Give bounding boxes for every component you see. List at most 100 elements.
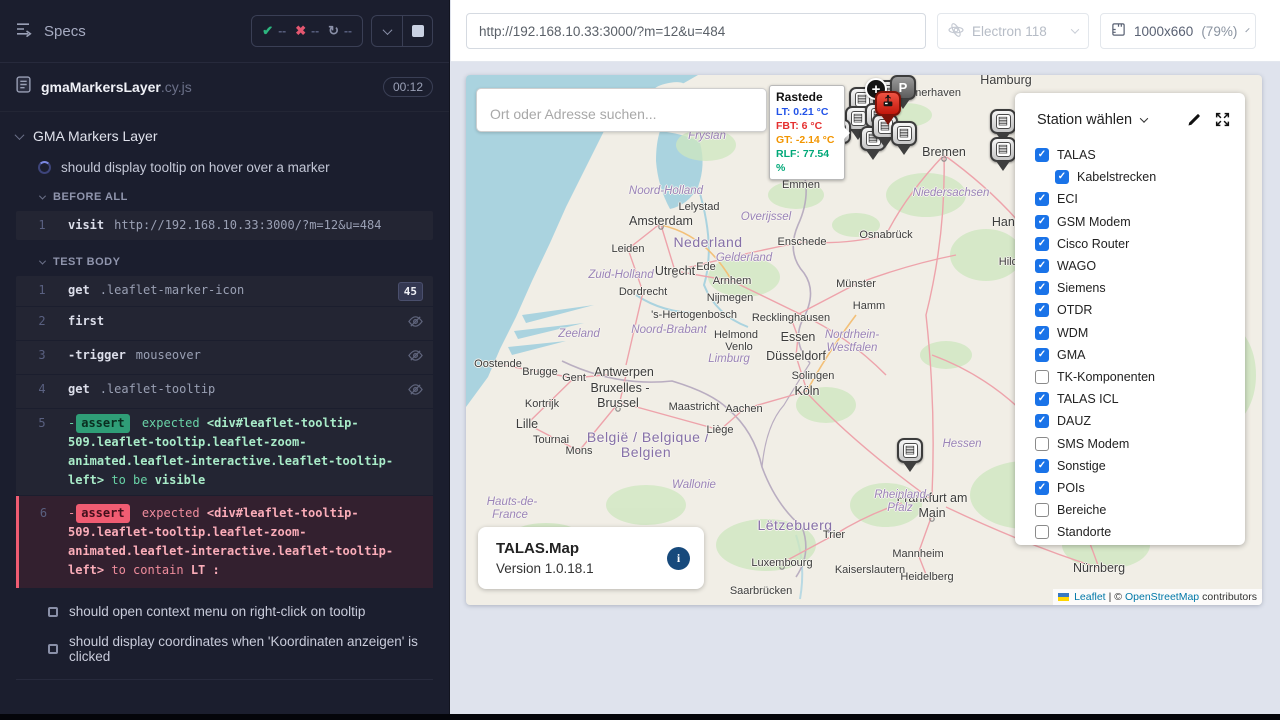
layer-toggle-wdm[interactable]: ✓WDM [1035, 322, 1245, 344]
layer-toggle-pois[interactable]: ✓ POIs [1035, 477, 1245, 499]
map-label-enschede: Enschede [778, 236, 827, 248]
checkbox-checked-icon[interactable]: ✓ [1035, 281, 1049, 295]
map-label-hauts-de-: Hauts-de- [487, 496, 538, 508]
layer-toggle-cisco-router[interactable]: ✓Cisco Router [1035, 233, 1245, 255]
chevron-down-icon [1140, 114, 1148, 122]
layer-toggle-siemens[interactable]: ✓Siemens [1035, 277, 1245, 299]
command-row[interactable]: 1get.leaflet-marker-icon45 [16, 276, 433, 307]
layer-toggle-kabelstrecken[interactable]: ✓Kabelstrecken [1035, 166, 1245, 188]
checkbox-unchecked-icon[interactable] [1035, 370, 1049, 384]
command-row-visit[interactable]: 1 visithttp://192.168.10.33:3000/?m=12&u… [16, 211, 433, 240]
checkbox-unchecked-icon[interactable] [1035, 437, 1049, 451]
checkbox-checked-icon[interactable]: ✓ [1035, 481, 1049, 495]
assert-content: -assert expected <div#leaflet-tooltip-50… [68, 414, 423, 490]
pending-test-row[interactable]: should open context menu on right-click … [48, 604, 433, 619]
layer-toggle-wago[interactable]: ✓WAGO [1035, 255, 1245, 277]
app-name: TALAS.Map [496, 538, 594, 559]
layer-toggle-gma[interactable]: ✓GMA [1035, 344, 1245, 366]
layer-toggle-bereiche[interactable]: Bereiche [1035, 499, 1245, 521]
map-label-heidelberg: Heidelberg [900, 571, 953, 583]
browser-label: Electron 118 [972, 24, 1047, 39]
spec-file-row[interactable]: gmaMarkersLayer.cy.js 00:12 [0, 63, 449, 112]
app-preview-pane: http://192.168.10.33:3000/?m=12&u=484 El… [451, 0, 1280, 714]
checkbox-checked-icon[interactable]: ✓ [1035, 148, 1049, 162]
layer-label: GSM Modem [1057, 215, 1131, 229]
map-label-westfalen: Westfalen [827, 342, 878, 354]
layer-toggle-sonstige[interactable]: ✓Sonstige [1035, 455, 1245, 477]
checkbox-checked-icon[interactable]: ✓ [1035, 414, 1049, 428]
before-all-section[interactable]: BEFORE ALL [40, 191, 433, 203]
assert-row-passed[interactable]: 5-assert expected <div#leaflet-tooltip-5… [16, 409, 433, 496]
layer-toggle-talas[interactable]: ✓TALAS [1035, 144, 1245, 166]
assert-row-failed[interactable]: 6-assert expected <div#leaflet-tooltip-5… [16, 496, 433, 588]
checkbox-checked-icon[interactable]: ✓ [1035, 192, 1049, 206]
station-layers-panel: Station wählen ✓TALAS✓Kabelstrecken✓ECI✓… [1015, 93, 1245, 545]
map-label-lille: Lille [516, 417, 538, 431]
checkbox-checked-icon[interactable]: ✓ [1035, 392, 1049, 406]
openstreetmap-link[interactable]: OpenStreetMap [1125, 591, 1199, 603]
info-icon[interactable]: i [667, 547, 690, 570]
browser-select[interactable]: Electron 118 [937, 13, 1089, 49]
viewport-select[interactable]: 1000x660 (79%) [1100, 13, 1256, 49]
station-marker[interactable]: ▤ [989, 137, 1017, 175]
layer-toggle-eci[interactable]: ✓ECI [1035, 188, 1245, 210]
active-test-row[interactable]: should display tooltip on hover over a m… [38, 160, 433, 175]
marker-tooltip[interactable]: Rastede LT: 0.21 °CFBT: 6 °CGT: -2.14 °C… [769, 85, 845, 180]
leaflet-map[interactable]: Rastede LT: 0.21 °CFBT: 6 °CGT: -2.14 °C… [466, 75, 1262, 605]
checkbox-checked-icon[interactable]: ✓ [1035, 326, 1049, 340]
pending-test-row[interactable]: should display coordinates when 'Koordin… [48, 634, 433, 664]
layer-toggle-gsm-modem[interactable]: ✓ GSM Modem [1035, 211, 1245, 233]
checkbox-checked-icon[interactable]: ✓ [1035, 459, 1049, 473]
map-label-bremen: Bremen [922, 145, 966, 159]
map-label-hamburg: Hamburg [980, 75, 1031, 87]
map-label-aachen: Aachen [725, 403, 762, 415]
checkbox-checked-icon[interactable]: ✓ [1035, 237, 1049, 251]
assert-message: to contain [104, 563, 191, 577]
station-marker-active[interactable] [874, 91, 902, 129]
layer-label: POIs [1057, 481, 1085, 495]
suite-title: GMA Markers Layer [33, 128, 157, 144]
checkbox-checked-icon[interactable]: ✓ [1035, 303, 1049, 317]
layer-toggle-sms-modem[interactable]: SMS Modem [1035, 432, 1245, 454]
checkbox-checked-icon[interactable]: ✓ [1035, 215, 1049, 229]
marker-head: ▤ [990, 109, 1016, 134]
command-row[interactable]: 3-triggermouseover [16, 341, 433, 375]
layer-toggle-tk-komponenten[interactable]: TK-Komponenten [1035, 366, 1245, 388]
layer-label: Standorte [1057, 525, 1111, 539]
map-label-osnabr-ck: Osnabrück [859, 229, 912, 241]
map-label-hessen: Hessen [943, 438, 982, 450]
checkbox-checked-icon[interactable]: ✓ [1035, 259, 1049, 273]
stop-run-button[interactable] [402, 16, 432, 46]
station-select-dropdown[interactable]: Station wählen [1037, 112, 1147, 128]
suite-row[interactable]: GMA Markers Layer [16, 124, 433, 148]
map-label-limburg: Limburg [708, 353, 750, 365]
checkbox-unchecked-icon[interactable] [1035, 525, 1049, 539]
url-input[interactable]: http://192.168.10.33:3000/?m=12&u=484 [466, 13, 926, 49]
panel-title: Station wählen [1037, 112, 1132, 128]
layer-toggle-dauz[interactable]: ✓DAUZ [1035, 410, 1245, 432]
station-marker[interactable]: ▤ [896, 438, 924, 476]
run-stats[interactable]: ✔-- ✖-- ↻-- [251, 15, 363, 47]
layer-toggle-talas-icl[interactable]: ✓TALAS ICL [1035, 388, 1245, 410]
expand-fullscreen-icon[interactable] [1214, 111, 1231, 128]
collapse-chevron-button[interactable] [372, 16, 402, 46]
command-row[interactable]: 2first [16, 307, 433, 341]
test-body-section[interactable]: TEST BODY [40, 256, 433, 268]
stat-pending: ↻-- [328, 23, 352, 39]
map-label-lelystad: Lelystad [679, 201, 720, 213]
command-row[interactable]: 4get.leaflet-tooltip [16, 375, 433, 409]
command-line-number: 1 [16, 281, 68, 300]
layer-toggle-standorte[interactable]: Standorte [1035, 521, 1245, 543]
assert-message: expected [135, 506, 207, 520]
layer-toggle-otdr[interactable]: ✓OTDR [1035, 299, 1245, 321]
map-label-main: Main [918, 506, 945, 520]
search-input[interactable] [477, 89, 766, 131]
checkbox-unchecked-icon[interactable] [1035, 503, 1049, 517]
specs-nav[interactable]: Specs [16, 22, 86, 41]
stat-passed: ✔-- [262, 23, 286, 39]
checkbox-checked-icon[interactable]: ✓ [1035, 348, 1049, 362]
checkbox-checked-icon[interactable]: ✓ [1055, 170, 1069, 184]
edit-pencil-icon[interactable] [1186, 112, 1202, 128]
leaflet-link[interactable]: Leaflet [1074, 591, 1106, 603]
ukraine-flag-icon [1058, 593, 1069, 601]
